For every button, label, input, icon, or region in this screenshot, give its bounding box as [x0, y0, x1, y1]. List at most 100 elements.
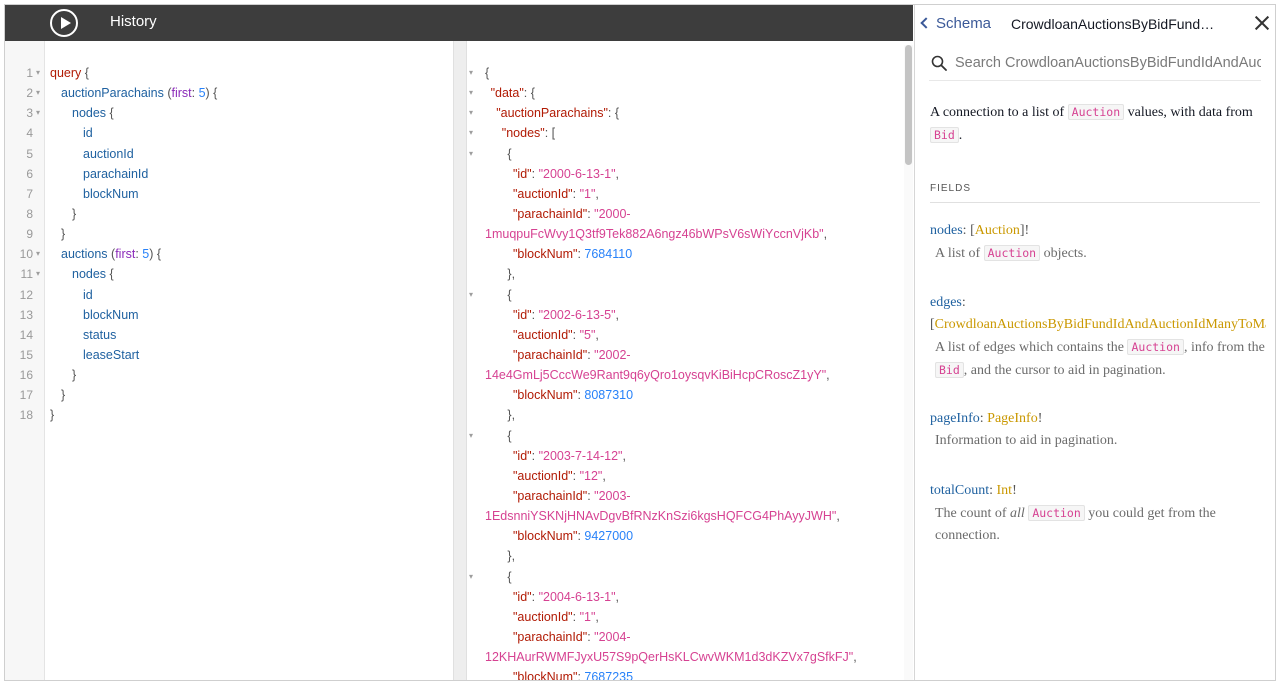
- result-text: {: [507, 567, 511, 587]
- type-reference-code: Auction: [1067, 104, 1125, 120]
- code-line[interactable]: 18}: [5, 405, 453, 425]
- code-token: nodes: [72, 267, 107, 282]
- result-text: "blockNum": 7684110: [513, 244, 632, 264]
- doc-search-input[interactable]: [955, 53, 1261, 73]
- result-token: ,: [595, 186, 599, 201]
- code-token: }: [72, 206, 77, 221]
- code-line[interactable]: 3 ▾ nodes {: [5, 103, 453, 123]
- field-description: Information to aid in pagination.: [935, 433, 1118, 448]
- fold-arrow-icon[interactable]: ▾: [469, 103, 473, 123]
- code-line[interactable]: 1 ▾ query {: [5, 63, 453, 83]
- fold-arrow-icon[interactable]: ▾: [469, 144, 473, 164]
- code-line[interactable]: 12 id: [5, 285, 453, 305]
- code-token: :: [191, 86, 199, 101]
- code-line[interactable]: 16}: [5, 365, 453, 385]
- result-line: "blockNum": 8087310: [477, 385, 913, 405]
- description-text: values, with data from: [1124, 105, 1253, 120]
- line-number: 13: [19, 307, 33, 322]
- code-text: id: [83, 123, 93, 143]
- history-button[interactable]: History: [110, 13, 157, 30]
- code-line[interactable]: 6 parachainId: [5, 164, 453, 184]
- field-name-link[interactable]: edges: [930, 295, 962, 310]
- field-name-link[interactable]: nodes: [930, 223, 963, 238]
- result-line: ▾ "data": {: [469, 83, 913, 103]
- result-token: {: [485, 66, 490, 80]
- result-token: ,: [836, 509, 840, 524]
- result-token: "blockNum": [513, 670, 578, 681]
- field-type-link[interactable]: PageInfo: [987, 411, 1038, 426]
- result-line: ▾{: [469, 426, 913, 446]
- result-token: ,: [826, 368, 830, 383]
- field-name-link[interactable]: totalCount: [930, 483, 989, 498]
- result-token: 12KHAurRWMFJyxU57S9pQerHsKLCwvWKM1d3dKZV…: [485, 650, 854, 665]
- field-description-text: , info from the: [1183, 340, 1265, 355]
- line-number: 11: [20, 267, 33, 282]
- line-number: 9: [26, 227, 33, 242]
- result-text: "parachainId": "2003-: [513, 486, 631, 506]
- field-colon: :: [989, 483, 997, 498]
- fold-arrow-icon[interactable]: ▾: [36, 244, 40, 264]
- line-number: 17: [19, 388, 33, 403]
- execute-query-button[interactable]: [50, 9, 78, 37]
- play-icon: [61, 17, 71, 29]
- code-text: auctions (first: 5) {: [61, 244, 161, 264]
- code-token: first: [115, 247, 136, 262]
- result-text: "parachainId": "2000-: [513, 204, 631, 224]
- result-token: :: [572, 327, 580, 342]
- fold-arrow-icon[interactable]: ▾: [36, 103, 40, 123]
- code-line[interactable]: 15 leaseStart: [5, 345, 453, 365]
- code-line[interactable]: 9}: [5, 224, 453, 244]
- fold-arrow-icon[interactable]: ▾: [36, 83, 40, 103]
- result-token: {: [507, 146, 512, 161]
- fold-arrow-icon[interactable]: ▾: [469, 285, 473, 305]
- result-line: "auctionId": "1",: [477, 607, 913, 627]
- result-text: "data": {: [491, 83, 535, 103]
- field-totalcount: totalCount: Int! The count of all Auctio…: [930, 480, 1266, 547]
- code-line[interactable]: 7 blockNum: [5, 184, 453, 204]
- query-editor[interactable]: 1 ▾ query {2 ▾ auctionParachains (first: 5) …: [5, 41, 453, 680]
- fold-arrow-icon[interactable]: ▾: [469, 83, 473, 103]
- code-line[interactable]: 5 auctionId: [5, 144, 453, 164]
- result-token: 14e4GmLj5CccWe9Rant9q6yQro1oysqvKiBiHcpC…: [485, 368, 827, 383]
- toolbar: History: [5, 5, 913, 41]
- fold-arrow-icon[interactable]: ▾: [469, 567, 473, 587]
- field-type-link[interactable]: CrowdloanAuctionsByBidFundIdAndAuctionId…: [935, 317, 1266, 332]
- result-line: "parachainId": "2002-: [477, 345, 913, 365]
- line-number: 3: [26, 106, 33, 121]
- code-line[interactable]: 8}: [5, 204, 453, 224]
- fold-arrow-icon[interactable]: ▾: [36, 264, 40, 284]
- back-to-schema-link[interactable]: Schema: [920, 15, 991, 32]
- result-text: "id": "2002-6-13-5",: [513, 305, 619, 325]
- code-text: query {: [50, 63, 89, 83]
- code-line[interactable]: 13 blockNum: [5, 305, 453, 325]
- field-type-link[interactable]: Int: [997, 483, 1013, 498]
- code-line[interactable]: 11 ▾ nodes {: [5, 264, 453, 284]
- field-name-link[interactable]: pageInfo: [930, 411, 980, 426]
- type-bracket: ]!: [1019, 223, 1030, 238]
- fold-arrow-icon[interactable]: ▾: [469, 426, 473, 446]
- code-line[interactable]: 4 id: [5, 123, 453, 143]
- query-code[interactable]: 1 ▾ query {2 ▾ auctionParachains (first: 5) …: [5, 63, 453, 426]
- result-line: "auctionId": "1",: [477, 184, 913, 204]
- result-line: "id": "2002-6-13-5",: [477, 305, 913, 325]
- fold-arrow-icon[interactable]: ▾: [469, 123, 473, 143]
- code-line[interactable]: 17}: [5, 385, 453, 405]
- close-icon[interactable]: [1254, 15, 1270, 31]
- code-token: query: [50, 66, 82, 80]
- field-description: A list of edges which contains the Aucti…: [930, 336, 1266, 382]
- result-token: ,: [823, 227, 828, 242]
- code-line[interactable]: 10 ▾ auctions (first: 5) {: [5, 244, 453, 264]
- code-line[interactable]: 2 ▾ auctionParachains (first: 5) {: [5, 83, 453, 103]
- result-text: "blockNum": 9427000: [513, 526, 633, 546]
- fold-arrow-icon[interactable]: ▾: [36, 63, 40, 83]
- code-line[interactable]: 14 status: [5, 325, 453, 345]
- code-text: blockNum: [83, 184, 139, 204]
- result-scrollbar-thumb[interactable]: [905, 45, 912, 165]
- result-code: ▾{▾ "data": {▾ "auctionParachains": {▾ "nod…: [469, 63, 913, 681]
- field-type-link[interactable]: Auction: [975, 223, 1020, 238]
- result-text: "auctionParachains": {: [496, 103, 619, 123]
- pane-resize-handle[interactable]: [453, 41, 467, 680]
- fold-arrow-icon[interactable]: ▾: [469, 63, 473, 83]
- code-text: nodes {: [72, 103, 114, 123]
- result-line: ▾ "auctionParachains": {: [469, 103, 913, 123]
